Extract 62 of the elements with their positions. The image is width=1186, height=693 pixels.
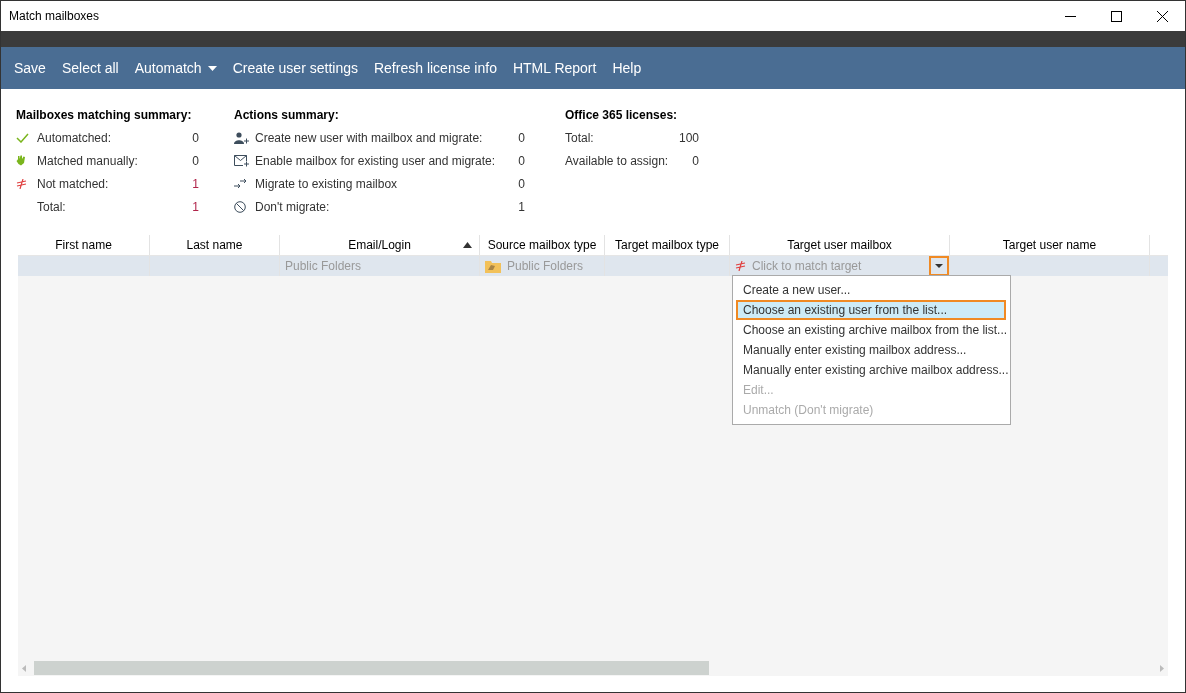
envelope-add-icon: [234, 154, 249, 167]
toolbar-button[interactable]: Save: [6, 47, 54, 89]
summary-count: 100: [677, 129, 699, 147]
summary-count: 1: [191, 175, 199, 193]
summary-label: Matched manually:: [37, 152, 139, 170]
hand-icon: [16, 155, 26, 166]
menu-item[interactable]: Choose an existing user from the list...: [736, 300, 1006, 320]
toolbar-button[interactable]: HTML Report: [504, 47, 605, 89]
close-icon: [1156, 10, 1168, 22]
column-header[interactable]: Target mailbox type: [605, 235, 730, 255]
user-add-icon: [234, 131, 249, 144]
column-header[interactable]: Target user name: [950, 235, 1150, 255]
table-cell-text: Public Folders: [507, 258, 584, 275]
summary-count: 1: [517, 198, 525, 216]
not-equal-icon: [16, 178, 27, 189]
summary-count: 0: [691, 152, 699, 170]
summary-count: 0: [517, 175, 525, 193]
summary-label: Enable mailbox for existing user and migrate:: [255, 152, 497, 170]
scroll-left-icon[interactable]: [22, 664, 26, 672]
toolbar-button[interactable]: Refresh license info: [365, 47, 505, 89]
section-heading: Mailboxes matching summary:: [16, 107, 193, 124]
summary-label: Total:: [565, 129, 595, 147]
summary-count: 1: [191, 198, 199, 216]
summary-count: 0: [517, 129, 525, 147]
caret-icon: [207, 65, 217, 71]
summary-label: Total:: [37, 198, 67, 216]
summary-label: Automatched:: [37, 129, 113, 147]
summary-label: Available to assign:: [565, 152, 670, 170]
menu-item[interactable]: Manually enter existing archive mailbox address...: [736, 360, 1007, 380]
menu-item[interactable]: Manually enter existing mailbox address...: [736, 340, 1007, 360]
check-icon: [16, 132, 29, 143]
column-header[interactable]: Source mailbox type: [480, 235, 605, 255]
section-heading: Office 365 licenses:: [565, 107, 679, 124]
column-header[interactable]: Email/Login: [280, 235, 480, 255]
arrows-icon: [234, 178, 248, 189]
prohibited-icon: [234, 200, 246, 213]
column-header[interactable]: First name: [18, 235, 150, 255]
menu-item[interactable]: Choose an existing archive mailbox from the list...: [736, 320, 1007, 340]
minimize-icon: [1064, 15, 1076, 17]
summary-label: Create new user with mailbox and migrate:: [255, 129, 484, 147]
summary-count: 0: [191, 152, 199, 170]
summary-count: 0: [517, 152, 525, 170]
summary-count: 0: [191, 129, 199, 147]
summary-label: Not matched:: [37, 175, 110, 193]
column-header[interactable]: Target user mailbox: [730, 235, 950, 255]
maximize-icon: [1110, 10, 1122, 22]
scroll-right-icon[interactable]: [1160, 664, 1164, 672]
folder-icon: [485, 259, 501, 273]
not-equal-icon: [735, 261, 746, 271]
toolbar-button[interactable]: Help: [604, 47, 650, 89]
summary-label: Don't migrate:: [255, 198, 331, 216]
menu-item[interactable]: Create a new user...: [736, 280, 1007, 300]
section-heading: Actions summary:: [234, 107, 340, 124]
caret-icon: [935, 264, 943, 268]
column-header[interactable]: Last name: [150, 235, 280, 255]
toolbar-button[interactable]: Automatch: [126, 47, 225, 89]
table-cell-text: Public Folders: [285, 258, 362, 275]
toolbar-button[interactable]: Create user settings: [224, 47, 366, 89]
summary-label: Migrate to existing mailbox: [255, 175, 399, 193]
scrollbar-thumb[interactable]: [34, 661, 709, 675]
toolbar-button[interactable]: Select all: [53, 47, 127, 89]
window-title: Match mailboxes: [8, 8, 100, 25]
